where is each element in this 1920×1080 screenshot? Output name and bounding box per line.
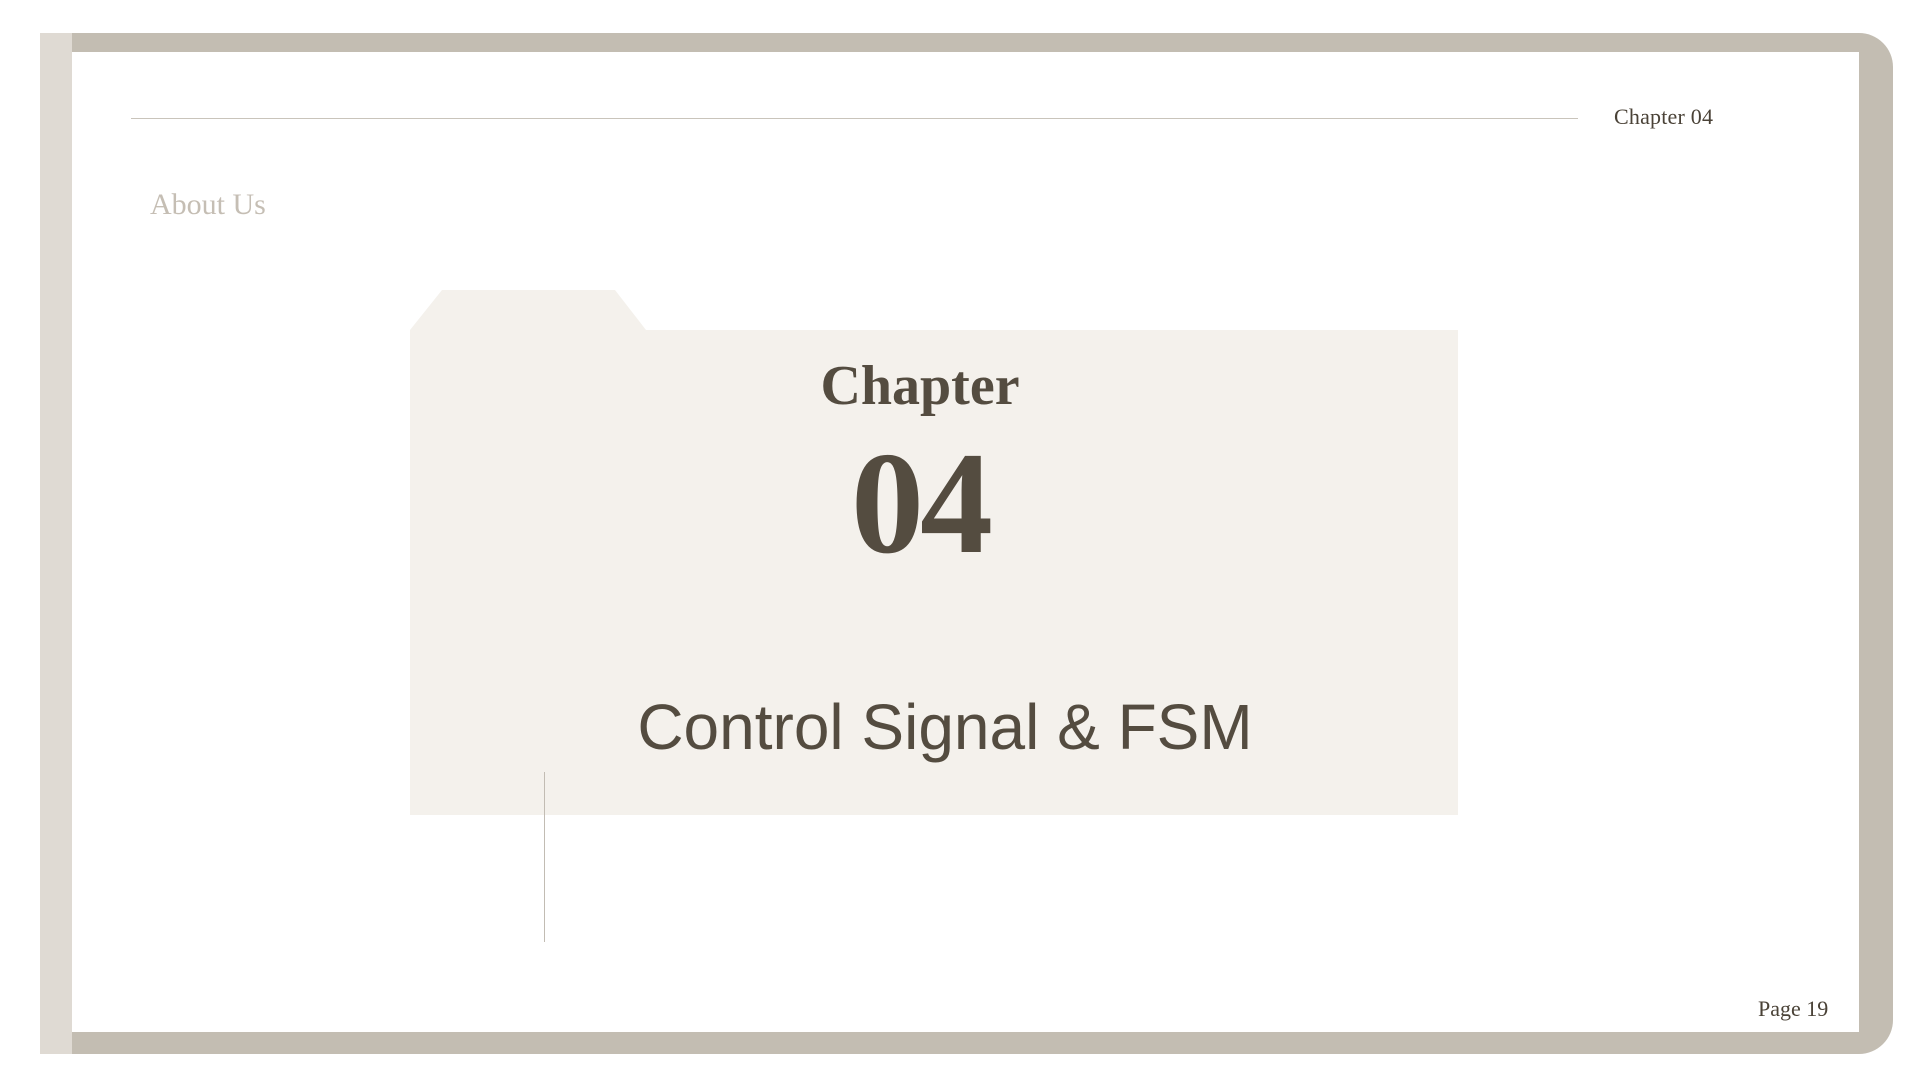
header-divider	[131, 118, 1578, 119]
chapter-number: 04	[851, 422, 993, 584]
vertical-divider	[544, 772, 545, 942]
page-number: Page 19	[1758, 996, 1829, 1021]
chapter-heading: Chapter	[820, 355, 1020, 417]
header-chapter-label: Chapter 04	[1614, 104, 1714, 129]
section-label: About Us	[150, 188, 266, 221]
slide-frame-left-strip	[40, 33, 72, 1054]
chapter-title: Control Signal & FSM	[637, 691, 1253, 763]
slide: Chapter 04 About Us Chapter 04 Control S…	[0, 0, 1920, 1080]
